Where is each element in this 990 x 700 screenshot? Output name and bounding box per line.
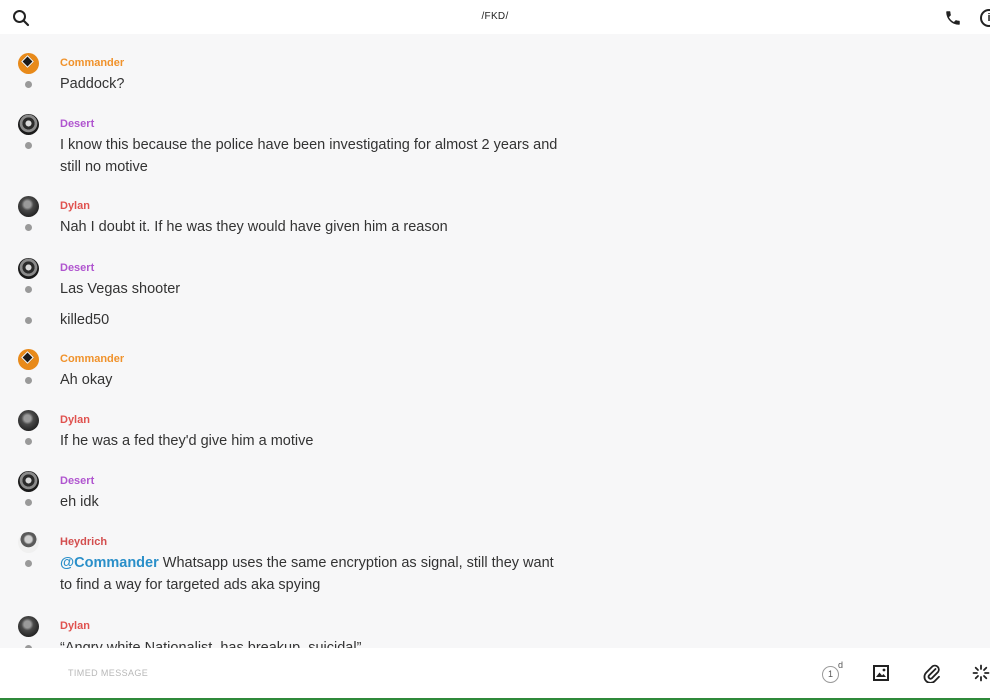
avatar[interactable]	[18, 471, 39, 492]
timed-message-input[interactable]: TIMED MESSAGE	[68, 668, 148, 678]
avatar[interactable]	[18, 196, 39, 217]
sender-name[interactable]: Desert	[60, 475, 94, 487]
message-text: I know this because the police have been…	[60, 137, 558, 175]
avatar[interactable]	[18, 410, 39, 431]
message-text: Las Vegas shooter	[60, 281, 181, 297]
status-dot	[25, 377, 32, 384]
message-text: killed50	[60, 312, 110, 328]
sender-name[interactable]: Dylan	[60, 200, 90, 212]
status-dot	[25, 81, 32, 88]
header-bar: /FKD/ i	[0, 0, 990, 34]
status-dot	[25, 499, 32, 506]
sender-name[interactable]: Commander	[60, 57, 124, 69]
info-icon[interactable]: i	[980, 9, 990, 27]
phone-icon[interactable]	[944, 9, 962, 27]
avatar[interactable]	[18, 616, 39, 637]
paperclip-icon[interactable]	[923, 663, 941, 684]
avatar[interactable]	[18, 53, 39, 74]
composer-bar: TIMED MESSAGE 1 d	[0, 648, 990, 698]
avatar[interactable]	[18, 349, 39, 370]
sender-name[interactable]: Heydrich	[60, 536, 107, 548]
message-text: If he was a fed they'd give him a motive	[60, 433, 314, 449]
avatar[interactable]	[18, 532, 39, 553]
sender-name[interactable]: Commander	[60, 353, 124, 365]
status-dot	[25, 286, 32, 293]
timer-unit: d	[838, 660, 844, 670]
message-text: Nah I doubt it. If he was they would hav…	[60, 219, 448, 235]
loading-spinner-icon[interactable]	[972, 664, 990, 682]
sender-name[interactable]: Dylan	[60, 414, 90, 426]
sender-name[interactable]: Desert	[60, 118, 94, 130]
image-icon[interactable]	[873, 665, 889, 681]
message-text: @Commander Whatsapp uses the same encryp…	[60, 552, 560, 596]
message-text: Paddock?	[60, 76, 125, 92]
status-dot	[25, 560, 32, 567]
message-list: Commander Paddock? Desert I know this be…	[0, 34, 990, 648]
sender-name[interactable]: Dylan	[60, 620, 90, 632]
conversation-title: /FKD/	[481, 11, 509, 22]
status-dot	[25, 317, 32, 324]
mention-link[interactable]: @Commander	[60, 555, 159, 571]
message-text: Ah okay	[60, 372, 113, 388]
sender-name[interactable]: Desert	[60, 262, 94, 274]
status-dot	[25, 224, 32, 231]
timer-icon[interactable]: 1 d	[822, 660, 843, 684]
avatar[interactable]	[18, 258, 39, 279]
message-text: “Angry white Nationalist, has breakup, s…	[60, 640, 362, 648]
timer-value: 1	[822, 666, 839, 683]
avatar[interactable]	[18, 114, 39, 135]
status-dot	[25, 142, 32, 149]
status-dot	[25, 438, 32, 445]
message-text: eh idk	[60, 494, 99, 510]
